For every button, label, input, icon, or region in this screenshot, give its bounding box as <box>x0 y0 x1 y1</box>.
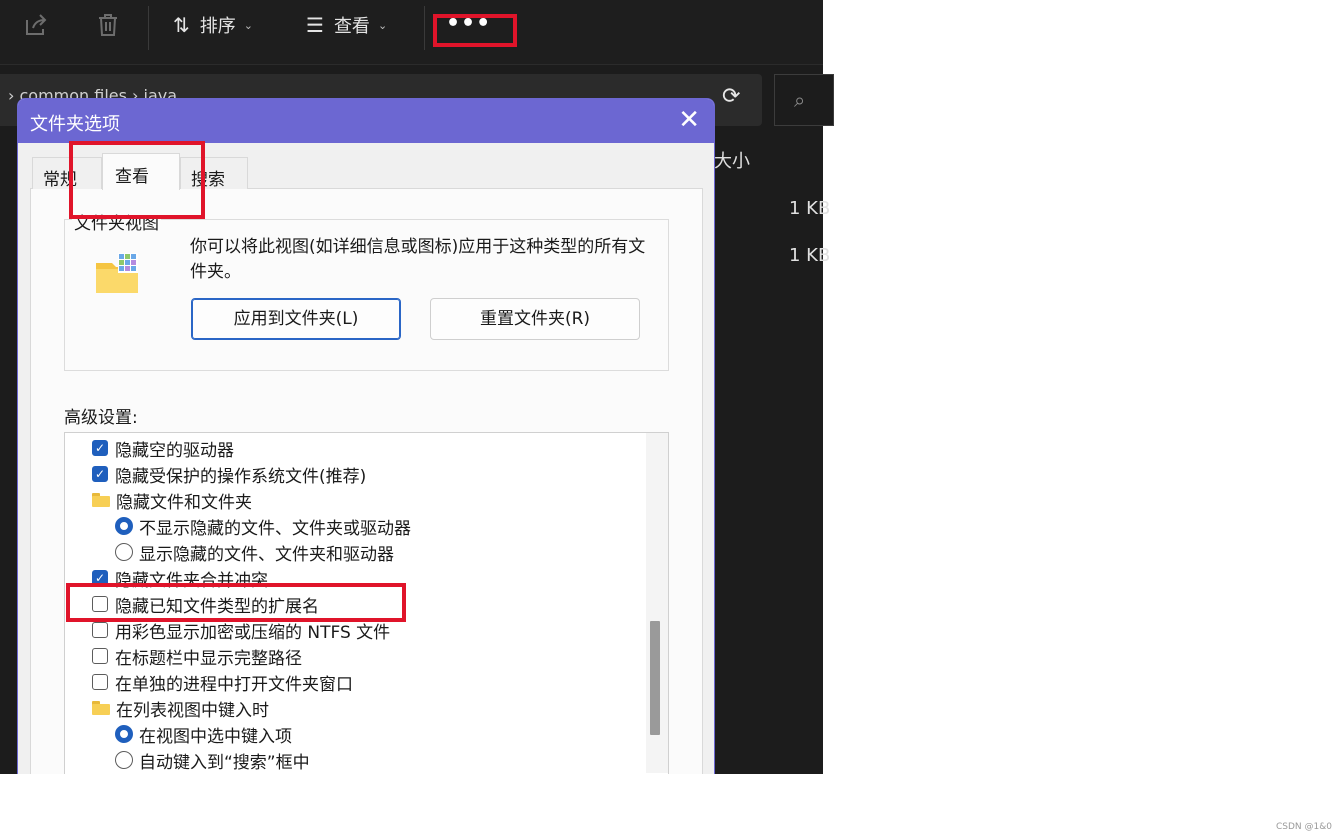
trash-icon[interactable] <box>95 12 121 38</box>
folder-icon <box>92 493 110 507</box>
tab-search[interactable]: 搜索 <box>180 157 248 190</box>
checkbox-checked[interactable]: ✓ <box>92 466 108 482</box>
setting-label: 在标题栏中显示完整路径 <box>115 648 302 669</box>
setting-show-hidden[interactable]: 显示隐藏的文件、文件夹和驱动器 <box>115 539 394 565</box>
view-label: 查看 <box>333 16 370 37</box>
close-icon[interactable]: ✕ <box>678 105 700 135</box>
reset-folders-button[interactable]: 重置文件夹(R) <box>430 298 640 340</box>
radio-selected[interactable] <box>115 517 133 535</box>
setting-label: 隐藏受保护的操作系统文件(推荐) <box>115 466 367 487</box>
view-button[interactable]: ☰ 查看 ⌄ <box>306 10 387 40</box>
file-size: 1 KB <box>789 245 831 266</box>
checkbox-unchecked[interactable] <box>92 596 108 612</box>
setting-dont-show-hidden[interactable]: 不显示隐藏的文件、文件夹或驱动器 <box>115 513 411 539</box>
setting-label: 在列表视图中键入时 <box>116 700 269 721</box>
setting-select-typed-item[interactable]: 在视图中选中键入项 <box>115 721 292 747</box>
setting-label: 显示隐藏的文件、文件夹和驱动器 <box>139 544 394 565</box>
setting-label: 在单独的进程中打开文件夹窗口 <box>115 674 353 695</box>
setting-color-ntfs[interactable]: 用彩色显示加密或压缩的 NTFS 文件 <box>92 617 390 643</box>
file-size: 1 KB <box>789 198 831 219</box>
folder-view-icon <box>94 251 142 295</box>
sort-icon: ⇅ <box>173 13 190 37</box>
tab-label: 常规 <box>43 170 77 190</box>
setting-label: 用彩色显示加密或压缩的 NTFS 文件 <box>115 622 391 643</box>
setting-hide-extensions[interactable]: 隐藏已知文件类型的扩展名 <box>92 591 319 617</box>
tab-general[interactable]: 常规 <box>32 157 102 190</box>
setting-label: 隐藏文件和文件夹 <box>116 492 252 513</box>
sort-label: 排序 <box>199 16 236 37</box>
watermark: CSDN @1&0 <box>1276 822 1332 832</box>
checkbox-unchecked[interactable] <box>92 674 108 690</box>
setting-label: 隐藏文件夹合并冲突 <box>115 570 268 591</box>
explorer-toolbar <box>0 0 823 65</box>
checkbox-unchecked[interactable] <box>92 622 108 638</box>
setting-label: 隐藏已知文件类型的扩展名 <box>115 596 319 617</box>
setting-group-list-typing: 在列表视图中键入时 <box>92 695 269 721</box>
setting-full-path-title[interactable]: 在标题栏中显示完整路径 <box>92 643 302 669</box>
tab-label: 查看 <box>115 167 149 187</box>
setting-hide-protected-os-files[interactable]: ✓ 隐藏受保护的操作系统文件(推荐) <box>92 461 366 487</box>
scrollbar-thumb[interactable] <box>650 621 660 735</box>
folder-options-dialog: 文件夹选项 ✕ 常规 查看 搜索 文件夹视图 你可以将此视图(如详细信息或图标)… <box>17 98 715 774</box>
folder-view-description: 你可以将此视图(如详细信息或图标)应用于这种类型的所有文件夹。 <box>190 237 646 282</box>
setting-group-hidden-files: 隐藏文件和文件夹 <box>92 487 252 513</box>
setting-separate-process[interactable]: 在单独的进程中打开文件夹窗口 <box>92 669 353 695</box>
setting-label: 在视图中选中键入项 <box>139 726 292 747</box>
checkbox-checked[interactable]: ✓ <box>92 570 108 586</box>
checkbox-unchecked[interactable] <box>92 648 108 664</box>
more-options-button[interactable]: ••• <box>446 10 490 40</box>
dialog-title: 文件夹选项 <box>30 114 120 135</box>
setting-type-into-search[interactable]: 自动键入到“搜索”框中 <box>115 747 310 773</box>
checkbox-checked[interactable]: ✓ <box>92 440 108 456</box>
toolbar-divider <box>424 6 425 50</box>
setting-label: 隐藏空的驱动器 <box>115 440 234 461</box>
radio-unselected[interactable] <box>115 543 133 561</box>
toolbar-divider <box>148 6 149 50</box>
chevron-down-icon: ⌄ <box>377 18 388 32</box>
setting-hide-merge-conflicts[interactable]: ✓ 隐藏文件夹合并冲突 <box>92 565 268 591</box>
dialog-titlebar <box>18 99 714 143</box>
folder-icon <box>92 701 110 715</box>
radio-selected[interactable] <box>115 725 133 743</box>
setting-hide-empty-drives[interactable]: ✓ 隐藏空的驱动器 <box>92 435 234 461</box>
apply-to-folders-button[interactable]: 应用到文件夹(L) <box>191 298 401 340</box>
tab-label: 搜索 <box>191 170 225 190</box>
size-column-header[interactable]: 大小 <box>714 147 750 173</box>
view-list-icon: ☰ <box>306 13 324 37</box>
chevron-down-icon: ⌄ <box>243 18 253 32</box>
setting-label: 自动键入到“搜索”框中 <box>139 752 310 773</box>
folder-view-label: 文件夹视图 <box>72 209 161 234</box>
radio-unselected[interactable] <box>115 751 133 769</box>
setting-label: 不显示隐藏的文件、文件夹或驱动器 <box>139 518 411 539</box>
advanced-settings-label: 高级设置: <box>64 408 138 428</box>
sort-button[interactable]: ⇅ 排序 ⌄ <box>173 10 253 40</box>
share-icon[interactable] <box>23 12 49 38</box>
tab-view[interactable]: 查看 <box>102 153 180 190</box>
search-icon[interactable]: ⌕ <box>794 88 805 112</box>
refresh-icon[interactable]: ⟳ <box>722 84 740 109</box>
